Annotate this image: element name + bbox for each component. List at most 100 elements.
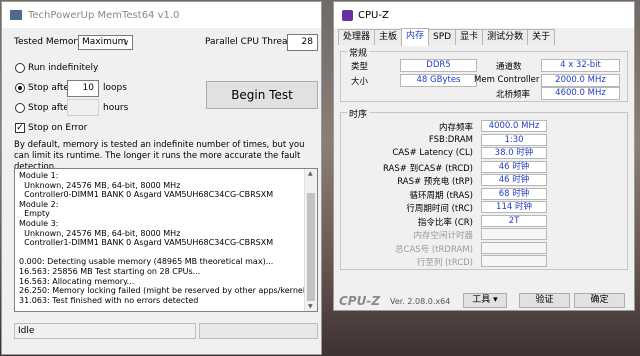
timing-label: 循环周期 (tRAS): [409, 190, 473, 201]
cpuz-title: CPU-Z: [358, 9, 389, 21]
log-line: Controller1-DIMM1 BANK 0 Asgard VAM5UH68…: [19, 238, 274, 248]
tested-memory-value: Maximum: [82, 37, 127, 47]
timing-label: RAS# 预充电 (tRP): [397, 177, 473, 187]
tab-spd[interactable]: SPD: [428, 29, 457, 45]
log-scrollbar[interactable]: ▲ ▼: [304, 169, 317, 311]
timing-value: 4000.0 MHz: [481, 120, 547, 132]
general-group: 常规 类型 DDR5 大小 48 GBytes 通道数 4 x 32-bit M…: [340, 46, 628, 102]
log-line: Empty: [19, 209, 50, 219]
timing-label: CAS# Latency (CL): [392, 148, 473, 158]
tab-graphics[interactable]: 显卡: [455, 29, 484, 45]
cpuz-bottom-bar: CPU-Z Ver. 2.08.0.x64 工具 ▾ 验证 确定: [334, 291, 634, 311]
memtest-title: TechPowerUp MemTest64 v1.0: [28, 9, 180, 21]
progress-bar: [199, 323, 318, 339]
log-line: 16.563: Allocating memory...: [19, 276, 135, 286]
timing-label: 行至列 (tRCD): [416, 258, 473, 268]
memctrl-label: Mem Controller: [474, 75, 540, 85]
size-value: 48 GBytes: [400, 74, 477, 87]
log-line: Controller0-DIMM1 BANK 0 Asgard VAM5UH68…: [19, 190, 274, 200]
timing-value: [481, 241, 547, 254]
hours-label: hours: [103, 103, 129, 113]
scroll-down-icon[interactable]: ▼: [308, 303, 313, 310]
stop-after-loops-radio[interactable]: [15, 83, 25, 93]
cpuz-version: Ver. 2.08.0.x64: [390, 297, 451, 306]
timing-value: 38.0 时钟: [481, 147, 547, 159]
timing-label: 指令比率 (CR): [417, 217, 473, 228]
memctrl-value: 2000.0 MHz: [541, 74, 620, 87]
tab-memory[interactable]: 内存: [401, 28, 430, 46]
log-line: Unknown, 24576 MB, 64-bit, 8000 MHz: [19, 180, 181, 190]
log-line: 16.563: 25856 MB Test starting on 28 CPU…: [19, 266, 201, 276]
timings-group: 时序 内存频率 4000.0 MHz FSB:DRAM 1:30 CAS# Latenc…: [340, 107, 628, 270]
timing-value: 1:30: [481, 133, 547, 146]
memtest-titlebar: TechPowerUp MemTest64 v1.0: [2, 2, 321, 28]
status-bar: Idle: [14, 323, 196, 339]
cpuz-brand: CPU-Z: [339, 294, 381, 308]
log-line: 0.000: Detecting usable memory (48965 MB…: [19, 257, 274, 267]
run-indefinitely-radio[interactable]: [15, 63, 25, 73]
timing-value: [481, 255, 547, 267]
timing-label: 总CAS号 (tRDRAM): [395, 244, 473, 255]
log-line: Module 2:: [19, 199, 59, 209]
cpuz-logo-icon: [342, 9, 353, 21]
log-line: Unknown, 24576 MB, 64-bit, 8000 MHz: [19, 228, 181, 238]
timing-label: 内存空闲计时器: [413, 231, 473, 241]
stop-after-hours-label: Stop after: [28, 103, 73, 113]
tab-processor[interactable]: 处理器: [338, 29, 376, 45]
tested-memory-label: Tested Memory:: [14, 37, 85, 47]
memtest-window: TechPowerUp MemTest64 v1.0 Tested Memory…: [1, 1, 322, 355]
timings-title: 时序: [347, 107, 370, 120]
timing-value: [481, 228, 547, 240]
tab-about[interactable]: 关于: [527, 29, 556, 45]
timing-value: 46 时钟: [481, 174, 547, 186]
ok-button[interactable]: 确定: [574, 293, 625, 308]
tab-bench[interactable]: 测试分数: [482, 29, 529, 45]
stop-on-error-label: Stop on Error: [28, 123, 88, 133]
scroll-up-icon[interactable]: ▲: [308, 170, 313, 177]
size-label: 大小: [351, 77, 369, 87]
log-lines: Module 1: Unknown, 24576 MB, 64-bit, 800…: [15, 169, 317, 305]
loops-input[interactable]: 10: [67, 80, 99, 97]
tools-dropdown-icon: ▾: [493, 295, 498, 305]
loops-label: loops: [103, 83, 127, 93]
general-title: 常规: [347, 46, 370, 59]
stop-on-error-checkbox[interactable]: ✓: [15, 123, 25, 133]
timing-label: RAS# 到CAS# (tRCD): [383, 163, 473, 174]
log-output[interactable]: Module 1: Unknown, 24576 MB, 64-bit, 800…: [14, 168, 318, 312]
memtest-app-icon: [10, 10, 22, 20]
log-line: Module 1:: [19, 171, 59, 180]
log-line: Module 3:: [19, 218, 59, 228]
timing-label: 行周期时间 (tRC): [406, 204, 473, 214]
type-label: 类型: [351, 62, 369, 72]
nb-value: 4600.0 MHz: [541, 87, 620, 100]
type-value: DDR5: [400, 59, 477, 72]
cpuz-titlebar: CPU-Z: [334, 2, 634, 28]
timing-value: 46 时钟: [481, 160, 547, 173]
tab-mainboard[interactable]: 主板: [374, 29, 403, 45]
tools-button[interactable]: 工具 ▾: [463, 293, 507, 308]
run-indefinitely-label: Run indefinitely: [28, 63, 99, 73]
timing-label: 内存频率: [438, 123, 473, 133]
hours-input[interactable]: [67, 99, 99, 116]
timing-value: 114 时钟: [481, 201, 547, 213]
validate-button[interactable]: 验证: [519, 293, 570, 308]
cpuz-window: CPU-Z 处理器 主板 内存 SPD 显卡 测试分数 关于 常规 类型 DDR…: [333, 1, 635, 311]
stop-after-loops-label: Stop after: [28, 83, 73, 93]
threads-input[interactable]: 28: [287, 34, 318, 51]
channels-label: 通道数: [496, 62, 522, 72]
tools-label: 工具: [472, 295, 491, 305]
tested-memory-select[interactable]: Maximum ∨: [78, 35, 133, 50]
scrollbar-thumb[interactable]: [307, 193, 315, 301]
cpuz-tabs: 处理器 主板 内存 SPD 显卡 测试分数 关于: [338, 28, 556, 46]
channels-value: 4 x 32-bit: [541, 59, 620, 72]
begin-test-button[interactable]: Begin Test: [206, 81, 318, 109]
nb-label: 北桥频率: [496, 90, 531, 100]
timing-value: 2T: [481, 214, 547, 227]
log-line: 26.250: Memory locking failed (might be …: [19, 286, 309, 296]
timing-value: 68 时钟: [481, 187, 547, 200]
stop-after-hours-radio[interactable]: [15, 103, 25, 113]
log-line: 31.063: Test finished with no errors det…: [19, 295, 199, 305]
chevron-down-icon: ∨: [123, 38, 129, 47]
timing-label: FSB:DRAM: [428, 134, 473, 145]
